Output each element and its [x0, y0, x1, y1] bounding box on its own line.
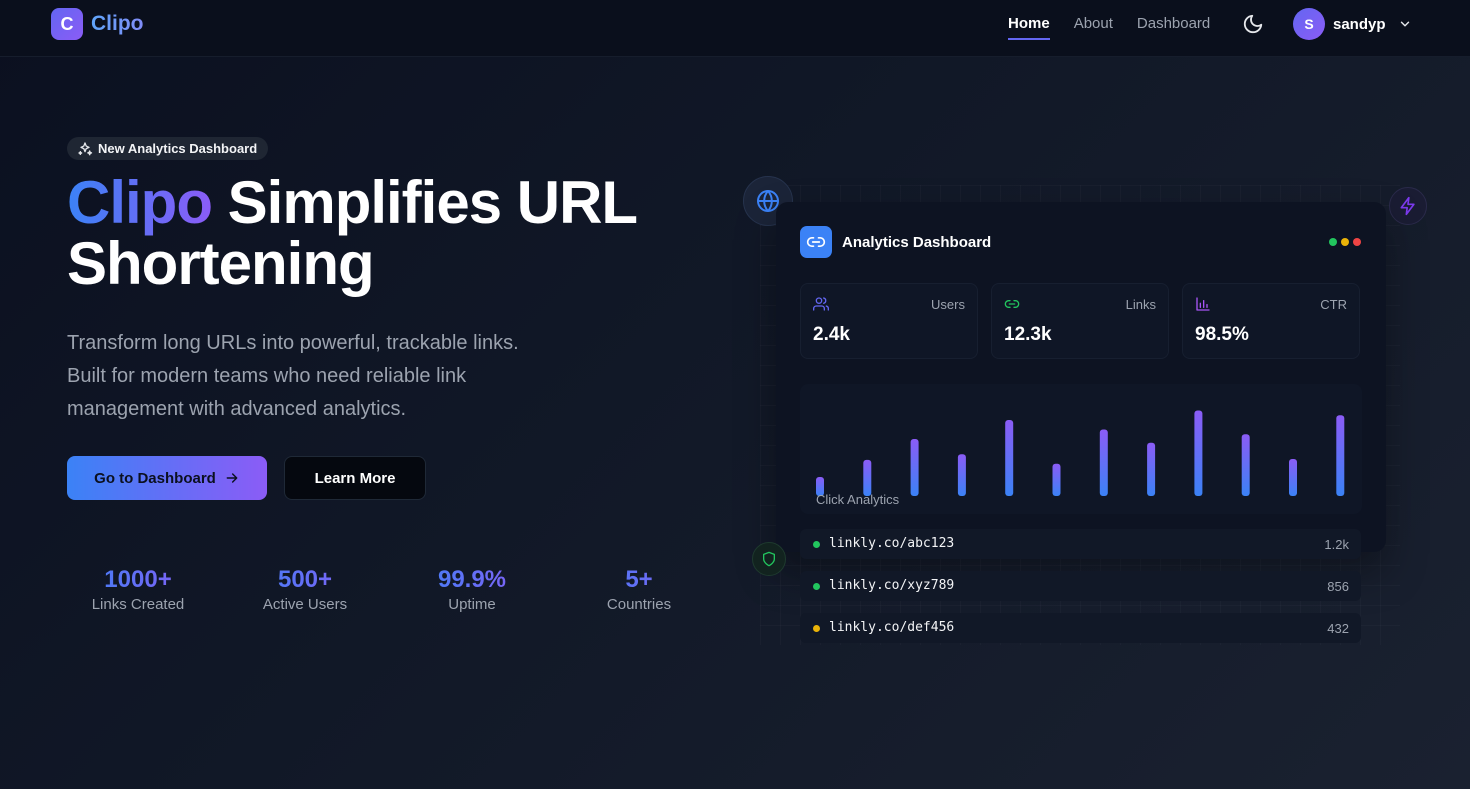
username: sandyp — [1333, 15, 1386, 33]
status-dot-green — [1329, 238, 1337, 246]
metric-users: Users 2.4k — [800, 283, 978, 359]
status-dot-red — [1353, 238, 1361, 246]
logo-mark: C — [51, 8, 83, 40]
chevron-down-icon — [1400, 21, 1409, 27]
user-menu[interactable]: S sandyp — [1293, 8, 1412, 40]
stat-value: 500+ — [235, 565, 375, 595]
stat-label: Active Users — [262, 596, 348, 613]
chart-label: Click Analytics — [816, 492, 900, 507]
chart-bar — [1241, 434, 1250, 496]
link-count: 432 — [1327, 621, 1349, 636]
new-feature-badge: New Analytics Dashboard — [67, 137, 269, 160]
logo[interactable]: C Clipo — [51, 8, 144, 40]
go-to-dashboard-label: Go to Dashboard — [94, 469, 216, 487]
link-icon — [806, 237, 826, 247]
card-title: Analytics Dashboard — [842, 233, 992, 251]
chart-bar — [910, 439, 919, 496]
link-status-dot — [813, 625, 820, 632]
window-dots — [1329, 238, 1361, 246]
link-row[interactable]: linkly.co/abc123 1.2k — [800, 529, 1361, 559]
chart-bar — [1005, 420, 1014, 496]
go-to-dashboard-button[interactable]: Go to Dashboard — [67, 456, 267, 500]
description-line: management with advanced analytics. — [67, 398, 407, 420]
card-header: Analytics Dashboard — [800, 226, 991, 258]
stat-value: 5+ — [569, 565, 709, 595]
stat-uptime: 99.9% Uptime — [402, 565, 542, 613]
chart-bar — [1336, 415, 1345, 496]
bar-chart-icon — [1196, 297, 1210, 311]
chart-bar — [1052, 463, 1061, 496]
hero-headline: Clipo Simplifies URL Shortening — [67, 172, 707, 294]
chart-bar — [1099, 429, 1108, 496]
link-row[interactable]: linkly.co/def456 432 — [800, 613, 1361, 643]
link-url: linkly.co/abc123 — [829, 536, 955, 551]
stat-value: 1000+ — [68, 565, 208, 595]
chart-bar — [1194, 410, 1203, 496]
chart-bar — [1147, 442, 1156, 496]
metric-ctr: CTR 98.5% — [1182, 283, 1360, 359]
shield-badge — [752, 542, 786, 576]
learn-more-button[interactable]: Learn More — [284, 456, 426, 500]
nav-link-home[interactable]: Home — [1008, 15, 1050, 40]
nav-link-about[interactable]: About — [1074, 15, 1113, 40]
link-row[interactable]: linkly.co/xyz789 856 — [800, 571, 1361, 601]
link-count: 1.2k — [1324, 537, 1349, 552]
shield-icon — [763, 551, 775, 567]
metric-value: 98.5% — [1195, 324, 1249, 345]
nav-link-dashboard[interactable]: Dashboard — [1137, 15, 1210, 40]
users-icon — [813, 297, 829, 311]
hero-description: Transform long URLs into powerful, track… — [67, 327, 567, 426]
stat-label: Uptime — [448, 596, 496, 613]
description-line: Built for modern teams who need reliable… — [67, 365, 467, 387]
arrow-right-icon — [226, 473, 238, 483]
lightning-icon — [1400, 196, 1415, 216]
stat-label: Countries — [606, 596, 672, 613]
stat-countries: 5+ Countries — [569, 565, 709, 613]
stat-active-users: 500+ Active Users — [235, 565, 375, 613]
description-line: Transform long URLs into powerful, track… — [67, 332, 519, 354]
metric-value: 2.4k — [813, 324, 850, 345]
link-status-dot — [813, 541, 820, 548]
moon-icon[interactable] — [1242, 13, 1264, 35]
metric-label: Users — [931, 297, 965, 312]
lightning-badge — [1389, 187, 1427, 225]
top-nav: C Clipo Home About Dashboard S sandyp — [0, 0, 1470, 57]
metric-value: 12.3k — [1004, 324, 1052, 345]
card-icon — [800, 226, 832, 258]
link-count: 856 — [1327, 579, 1349, 594]
click-analytics-chart: Click Analytics — [800, 384, 1362, 514]
link-url: linkly.co/xyz789 — [829, 578, 955, 593]
chart-bar — [957, 454, 966, 496]
sparkles-icon — [78, 141, 93, 155]
stat-label: Links Created — [91, 596, 185, 613]
badge-label: New Analytics Dashboard — [98, 141, 258, 156]
chart-bar — [863, 459, 872, 496]
status-dot-yellow — [1341, 238, 1349, 246]
stat-value: 99.9% — [402, 565, 542, 595]
headline-text-line2: Shortening — [67, 230, 375, 297]
link-url: linkly.co/def456 — [829, 620, 955, 635]
metric-label: CTR — [1320, 297, 1347, 312]
logo-text: Clipo — [91, 12, 144, 35]
metric-label: Links — [1125, 297, 1156, 312]
metric-links: Links 12.3k — [991, 283, 1169, 359]
chart-bar — [1289, 458, 1297, 496]
analytics-card: Analytics Dashboard Users 2.4k Links 12.… — [776, 202, 1386, 552]
headline-text: Simplifies URL — [211, 169, 638, 236]
link-status-dot — [813, 583, 820, 590]
headline-brand: Clipo — [67, 169, 213, 236]
avatar: S — [1293, 8, 1325, 40]
link-icon — [1004, 300, 1020, 308]
nav-links: Home About Dashboard — [1008, 15, 1210, 40]
stat-links-created: 1000+ Links Created — [68, 565, 208, 613]
